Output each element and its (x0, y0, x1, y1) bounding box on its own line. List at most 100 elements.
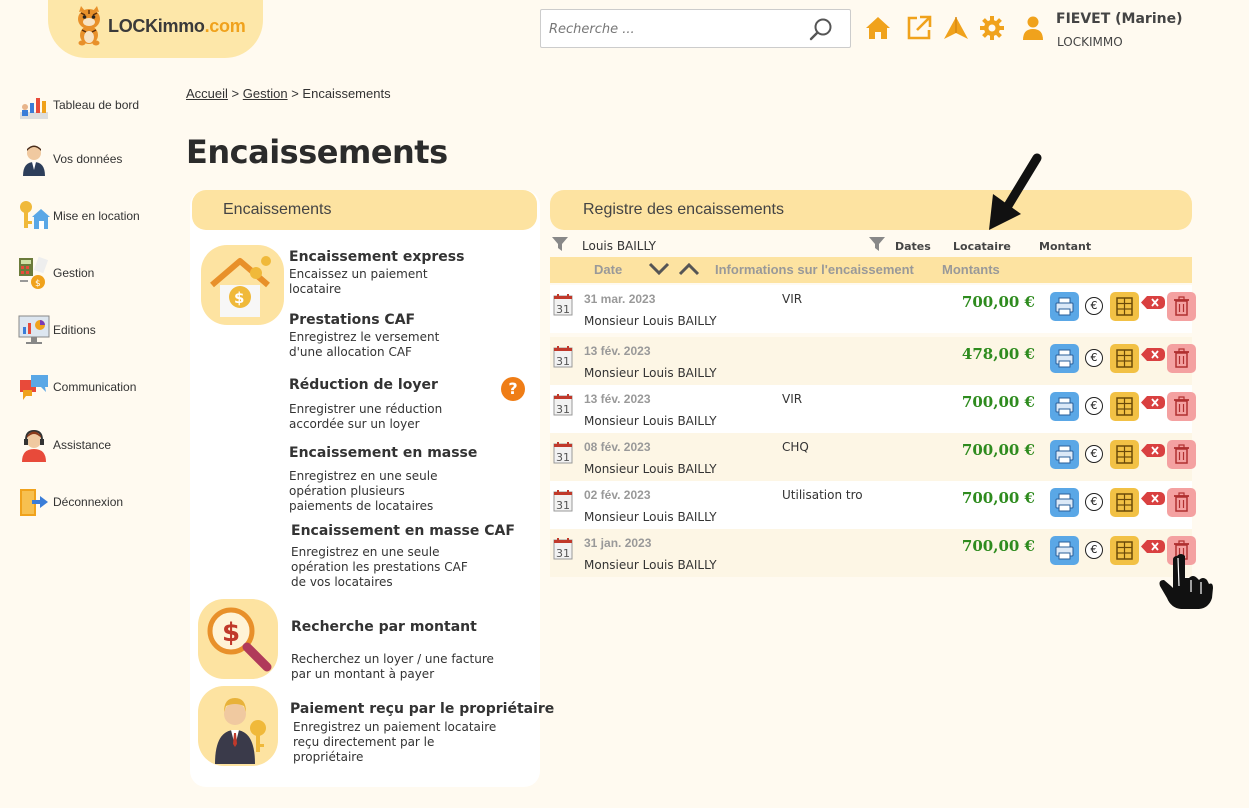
receipt-button[interactable] (1110, 292, 1139, 321)
row-info: VIR (782, 292, 803, 306)
action-description: Enregistrer une réduction accordée sur u… (289, 402, 443, 431)
owner-key-icon[interactable] (203, 690, 275, 764)
cancel-tag-icon[interactable] (1141, 296, 1165, 309)
cancel-tag-icon[interactable] (1141, 348, 1165, 361)
sidebar-item-label: Tableau de bord (53, 98, 140, 112)
chevron-up-icon[interactable] (678, 261, 700, 277)
calendar-icon[interactable]: 31 (553, 345, 573, 368)
table-row[interactable]: 31 13 fév. 2023 Monsieur Louis BAILLY 47… (550, 337, 1196, 385)
dashboard-chart-icon (20, 98, 48, 119)
filter-locataire[interactable]: Locataire (953, 240, 1011, 253)
row-date: 13 fév. 2023 (584, 344, 651, 358)
cancel-tag-icon[interactable] (1141, 492, 1165, 505)
table-row[interactable]: 31 31 jan. 2023 Monsieur Louis BAILLY 70… (550, 529, 1196, 577)
column-header-date[interactable]: Date (594, 262, 622, 277)
receipt-button[interactable] (1110, 536, 1139, 565)
printer-icon (1055, 349, 1074, 368)
receipt-button[interactable] (1110, 344, 1139, 373)
sidebar-item-gestion[interactable]: $ Gestion (18, 255, 94, 291)
search-input[interactable] (549, 18, 799, 40)
row-amount: 700,00 € (961, 537, 1035, 555)
external-link-icon[interactable] (906, 15, 932, 41)
logo-wordmark[interactable]: LOCKimmo.com (108, 16, 246, 37)
magnifier-dollar-icon[interactable]: $ (203, 603, 275, 675)
sidebar-item-communication[interactable]: Communication (18, 369, 136, 405)
euro-button[interactable]: € (1085, 541, 1103, 559)
table-row[interactable]: 31 02 fév. 2023 Monsieur Louis BAILLY Ut… (550, 481, 1196, 529)
filter-icon[interactable] (869, 237, 885, 251)
delete-button[interactable] (1167, 292, 1196, 321)
euro-button[interactable]: € (1085, 297, 1103, 315)
calendar-day: 31 (556, 547, 570, 560)
sidebar-item-vos-donnees[interactable]: Vos données (18, 141, 122, 177)
filter-tenant-value[interactable]: Louis BAILLY (582, 239, 656, 253)
action-encaissement-en-masse-caf[interactable]: Encaissement en masse CAF (291, 523, 515, 539)
receipt-button[interactable] (1110, 440, 1139, 469)
cancel-tag-icon[interactable] (1141, 444, 1165, 457)
filter-dates[interactable]: Dates (895, 240, 931, 253)
breadcrumb-link-gestion[interactable]: Gestion (243, 86, 288, 101)
row-tenant: Monsieur Louis BAILLY (584, 462, 717, 476)
print-button[interactable] (1050, 536, 1079, 565)
sidebar-item-mise-en-location[interactable]: Mise en location (18, 198, 140, 234)
user-person-icon (23, 145, 45, 176)
breadcrumb-link-accueil[interactable]: Accueil (186, 86, 228, 101)
receipt-button[interactable] (1110, 488, 1139, 517)
filter-row: Louis BAILLY Dates Locataire Montant (550, 236, 1192, 258)
print-button[interactable] (1050, 440, 1079, 469)
search-box[interactable] (540, 9, 851, 48)
sidebar-item-deconnexion[interactable]: Déconnexion (18, 484, 123, 520)
filter-icon[interactable] (552, 237, 568, 251)
sidebar-item-assistance[interactable]: Assistance (18, 427, 111, 463)
action-recherche-par-montant[interactable]: Recherche par montant (291, 619, 477, 635)
row-amount: 700,00 € (961, 393, 1035, 411)
print-button[interactable] (1050, 292, 1079, 321)
delete-button[interactable] (1167, 488, 1196, 517)
gear-icon[interactable] (979, 15, 1005, 41)
breadcrumb-separator: > (231, 86, 240, 101)
breadcrumb-separator: > (291, 86, 299, 101)
euro-button[interactable]: € (1085, 397, 1103, 415)
print-button[interactable] (1050, 488, 1079, 517)
calendar-icon[interactable]: 31 (553, 441, 573, 464)
delete-button[interactable] (1167, 344, 1196, 373)
sidebar-item-editions[interactable]: Editions (18, 312, 96, 348)
table-row[interactable]: 31 08 fév. 2023 Monsieur Louis BAILLY CH… (550, 433, 1196, 481)
printer-icon (1055, 397, 1074, 416)
filter-montant[interactable]: Montant (1039, 240, 1091, 253)
euro-button[interactable]: € (1085, 493, 1103, 511)
action-reduction-de-loyer[interactable]: Réduction de loyer (289, 377, 438, 393)
receipt-button[interactable] (1110, 392, 1139, 421)
row-info: Utilisation tro (782, 488, 863, 502)
euro-button[interactable]: € (1085, 349, 1103, 367)
print-button[interactable] (1050, 392, 1079, 421)
user-name[interactable]: FIEVET (Marine) (1056, 11, 1183, 27)
help-icon[interactable]: ? (501, 377, 525, 401)
delete-button[interactable] (1167, 440, 1196, 469)
action-prestations-caf[interactable]: Prestations CAF (289, 312, 415, 328)
table-row[interactable]: 31 13 fév. 2023 Monsieur Louis BAILLY VI… (550, 385, 1196, 433)
calendar-icon[interactable]: 31 (553, 489, 573, 512)
action-paiement-recu-par-le-proprietaire[interactable]: Paiement reçu par le propriétaire (290, 701, 554, 717)
action-encaissement-express[interactable]: Encaissement express (289, 249, 464, 265)
home-icon[interactable] (865, 15, 891, 41)
action-encaissement-en-masse[interactable]: Encaissement en masse (289, 445, 477, 461)
calendar-icon[interactable]: 31 (553, 293, 573, 316)
sidebar-item-tableau-de-bord[interactable]: Tableau de bord (18, 87, 139, 123)
cancel-tag-icon[interactable] (1141, 396, 1165, 409)
delete-button[interactable] (1167, 392, 1196, 421)
house-money-icon[interactable]: $ (206, 249, 282, 321)
receipt-grid-icon (1116, 445, 1133, 464)
user-icon[interactable] (1020, 15, 1046, 41)
calendar-icon[interactable]: 31 (553, 393, 573, 416)
euro-button[interactable]: € (1085, 445, 1103, 463)
calendar-day: 31 (556, 403, 570, 416)
calendar-icon[interactable]: 31 (553, 537, 573, 560)
print-button[interactable] (1050, 344, 1079, 373)
table-row[interactable]: 31 31 mar. 2023 Monsieur Louis BAILLY VI… (550, 285, 1196, 333)
search-icon[interactable] (808, 17, 834, 43)
tiger-mascot-icon[interactable] (72, 6, 106, 46)
warning-icon[interactable] (943, 15, 969, 41)
table-header: Date Informations sur l'encaissement Mon… (550, 257, 1192, 283)
chevron-down-icon[interactable] (648, 261, 670, 277)
